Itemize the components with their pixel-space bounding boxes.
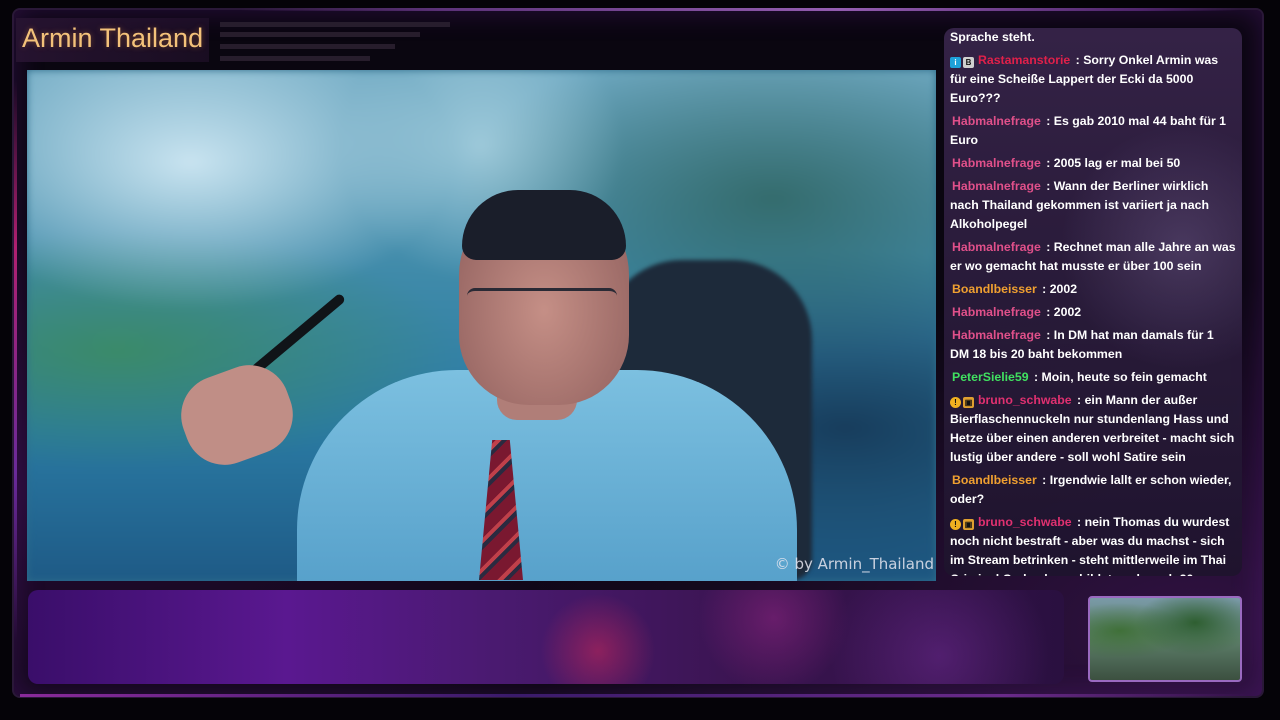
chat-text: Sprache steht.: [950, 30, 1035, 44]
chat-message: PeterSielie59 : Moin, heute so fein gema…: [950, 368, 1236, 387]
chat-username[interactable]: Boandlbeisser: [950, 282, 1039, 296]
decor-stripe: [220, 56, 370, 61]
chat-separator: :: [1042, 114, 1054, 128]
decor-stripe: [220, 22, 450, 27]
chat-separator: :: [1042, 328, 1054, 342]
frame-bottom-accent: [20, 694, 1250, 697]
chat-message: Habmalnefrage : 2005 lag er mal bei 50: [950, 154, 1236, 173]
decor-stripe: [220, 44, 395, 49]
chat-username[interactable]: Boandlbeisser: [950, 473, 1039, 487]
chat-username[interactable]: Habmalnefrage: [950, 114, 1043, 128]
chat-username[interactable]: bruno_schwabe: [976, 515, 1074, 529]
chat-separator: :: [1073, 515, 1085, 529]
box-badge-icon: ▣: [963, 519, 974, 530]
camera-preview-thumbnail: [1088, 596, 1242, 682]
warn-badge-icon: !: [950, 397, 961, 408]
chat-panel[interactable]: Sprache steht. i B Rastamanstorie : Sorry O…: [944, 28, 1242, 576]
channel-title: Armin Thailand: [16, 18, 210, 62]
chat-message: ! ▣ bruno_schwabe : nein Thomas du wurdest…: [950, 513, 1236, 576]
person-hair: [462, 190, 626, 260]
chat-text: Moin, heute so fein gemacht: [1041, 370, 1207, 384]
chat-separator: :: [1042, 156, 1054, 170]
info-badge-icon: i: [950, 57, 961, 68]
chat-message: Habmalnefrage : 2002: [950, 303, 1236, 322]
chat-message-list: Sprache steht. i B Rastamanstorie : Sorry O…: [944, 28, 1242, 576]
bottom-decor-bar: [28, 590, 1064, 684]
chat-username[interactable]: PeterSielie59: [950, 370, 1031, 384]
chat-username[interactable]: bruno_schwabe: [976, 393, 1074, 407]
chat-message: Boandlbeisser : Irgendwie lallt er schon…: [950, 471, 1236, 509]
chat-username[interactable]: Habmalnefrage: [950, 179, 1043, 193]
chat-message: Habmalnefrage : Wann der Berliner wirkli…: [950, 177, 1236, 234]
chat-separator: :: [1038, 282, 1050, 296]
frame-top-accent: [240, 8, 1240, 11]
chat-message: Habmalnefrage : In DM hat man damals für…: [950, 326, 1236, 364]
chat-message: Boandlbeisser : 2002: [950, 280, 1236, 299]
chat-message: Habmalnefrage : Es gab 2010 mal 44 baht …: [950, 112, 1236, 150]
gift-badge-icon: B: [963, 57, 974, 68]
webcam-video[interactable]: © by Armin_Thailand: [27, 70, 936, 581]
chat-username[interactable]: Habmalnefrage: [950, 328, 1043, 342]
chat-username[interactable]: Habmalnefrage: [950, 240, 1043, 254]
chat-username[interactable]: Habmalnefrage: [950, 156, 1043, 170]
chat-separator: :: [1030, 370, 1042, 384]
frame-left-accent: [14, 80, 17, 640]
video-watermark: © by Armin_Thailand: [774, 555, 934, 573]
chat-text: 2002: [1053, 305, 1082, 319]
chat-username[interactable]: Habmalnefrage: [950, 305, 1043, 319]
chat-text: 2002: [1049, 282, 1078, 296]
warn-badge-icon: !: [950, 519, 961, 530]
chat-username[interactable]: Rastamanstorie: [976, 53, 1072, 67]
glasses: [467, 288, 617, 321]
box-badge-icon: ▣: [963, 397, 974, 408]
chat-separator: :: [1042, 179, 1054, 193]
chat-separator: :: [1042, 240, 1054, 254]
decor-stripe: [220, 32, 420, 37]
chat-message: Sprache steht.: [950, 28, 1236, 47]
chat-separator: :: [1042, 305, 1054, 319]
chat-message: ! ▣ bruno_schwabe : ein Mann der außer Bie…: [950, 391, 1236, 467]
chat-separator: :: [1038, 473, 1050, 487]
chat-message: i B Rastamanstorie : Sorry Onkel Armin was…: [950, 51, 1236, 108]
chat-message: Habmalnefrage : Rechnet man alle Jahre a…: [950, 238, 1236, 276]
chat-text: 2005 lag er mal bei 50: [1053, 156, 1181, 170]
chat-separator: :: [1073, 393, 1085, 407]
chat-separator: :: [1072, 53, 1084, 67]
